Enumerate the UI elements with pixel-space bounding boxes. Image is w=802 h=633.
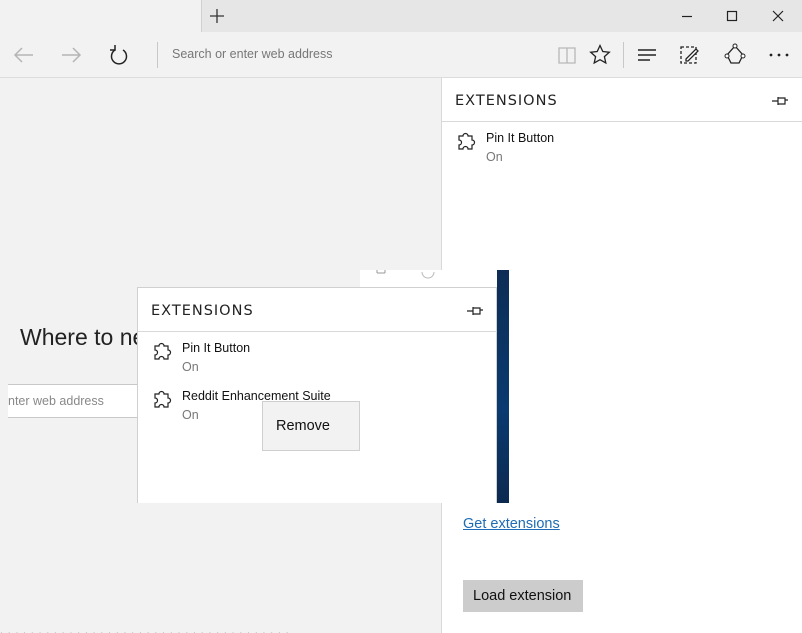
extension-status: On: [182, 408, 199, 422]
toolbar-separator: [623, 42, 624, 68]
navigation-bar: Search or enter web address: [0, 32, 802, 78]
close-icon: [772, 10, 784, 22]
extensions-pane-title: EXTENSIONS: [455, 93, 558, 109]
forward-button[interactable]: [58, 42, 84, 68]
hub-icon: [638, 49, 656, 61]
maximize-icon: [726, 10, 738, 22]
address-separator: [157, 42, 158, 68]
page-search-input[interactable]: nter web address: [8, 384, 158, 418]
toolbar-fragment-icons: [376, 270, 435, 279]
share-icon: [724, 43, 746, 64]
plus-icon: [210, 9, 224, 23]
address-bar[interactable]: Search or enter web address: [172, 47, 333, 61]
puzzle-piece-icon: [154, 342, 172, 360]
reading-view-button[interactable]: [555, 42, 581, 68]
web-note-button[interactable]: [677, 42, 703, 68]
context-menu-remove[interactable]: Remove: [262, 401, 360, 451]
puzzle-piece-icon: [458, 132, 476, 150]
title-bar: [0, 0, 802, 32]
extension-name: Pin It Button: [182, 341, 251, 355]
arrow-right-icon: [62, 47, 82, 63]
pin-icon: [772, 97, 788, 105]
pen-note-icon: [680, 46, 699, 64]
arrow-left-icon: [13, 47, 33, 63]
extensions-popup: EXTENSIONS Pin It Button On Reddit Enhan…: [137, 287, 497, 503]
extensions-pane-header: EXTENSIONS: [442, 78, 802, 122]
get-extensions-link[interactable]: Get extensions: [463, 516, 560, 532]
browser-tab[interactable]: [0, 0, 202, 32]
extensions-popup-title: EXTENSIONS: [151, 303, 254, 319]
share-button[interactable]: [722, 42, 748, 68]
close-button[interactable]: [766, 4, 790, 28]
puzzle-piece-icon: [154, 390, 172, 408]
pin-popup-button[interactable]: [466, 303, 484, 317]
book-icon: [558, 47, 576, 64]
page-headline: Where to ne: [20, 324, 146, 350]
refresh-icon: [110, 45, 128, 65]
page-footer-links: · · · · · · · · · · · · · · · · · · · · …: [0, 629, 441, 633]
background-window-strip: [497, 270, 509, 503]
more-button[interactable]: [766, 42, 792, 68]
page-search-placeholder: nter web address: [8, 394, 104, 408]
pin-icon: [467, 307, 483, 315]
popup-extension-item-pin-it[interactable]: Pin It Button On: [152, 339, 472, 379]
pin-pane-button[interactable]: [771, 93, 789, 107]
popup-toolbar-fragment: [360, 270, 497, 287]
extension-status: On: [486, 150, 503, 164]
minimize-button[interactable]: [675, 4, 699, 28]
refresh-button[interactable]: [106, 42, 132, 68]
back-button[interactable]: [11, 42, 37, 68]
extension-item-pin-it[interactable]: Pin It Button On: [456, 129, 756, 169]
load-extension-button[interactable]: Load extension: [463, 580, 583, 612]
new-tab-button[interactable]: [205, 4, 229, 28]
ellipsis-icon: [769, 53, 789, 57]
maximize-button[interactable]: [720, 4, 744, 28]
extension-status: On: [182, 360, 199, 374]
star-icon: [589, 43, 611, 65]
extension-name: Pin It Button: [486, 131, 555, 145]
minimize-icon: [682, 15, 692, 18]
extensions-popup-header: EXTENSIONS: [138, 288, 497, 332]
hub-button[interactable]: [634, 42, 660, 68]
favorite-button[interactable]: [587, 42, 613, 68]
